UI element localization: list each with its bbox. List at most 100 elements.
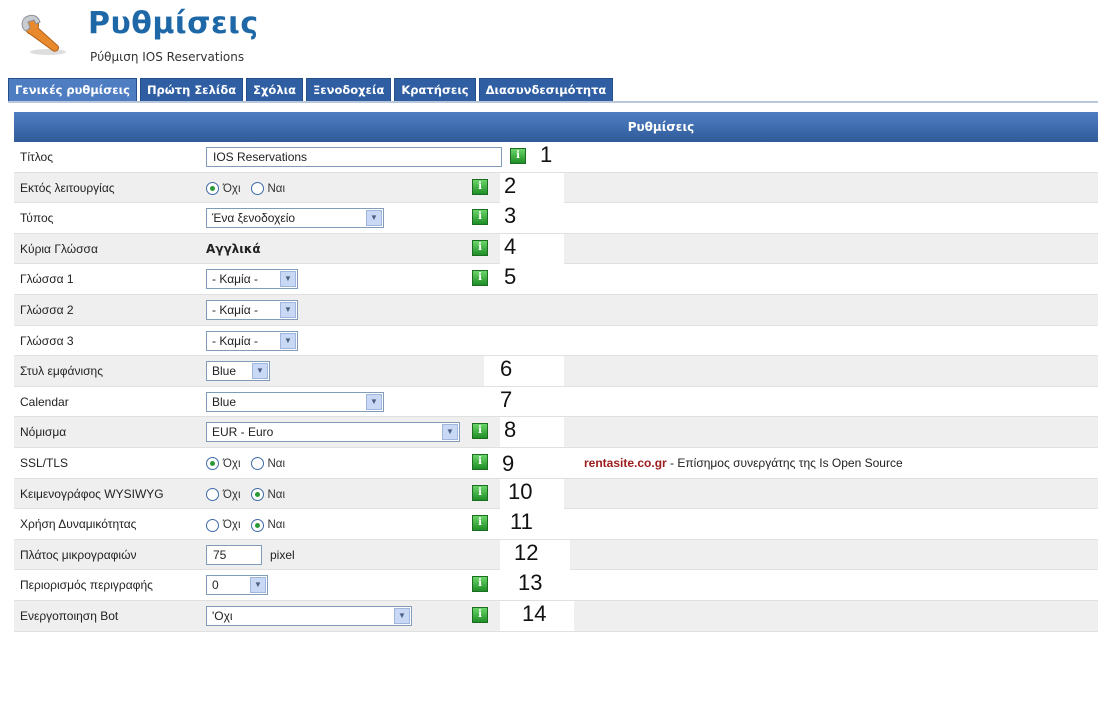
info-icon[interactable]: i (510, 148, 526, 164)
chevron-down-icon[interactable]: ▼ (366, 393, 382, 410)
language-2-select[interactable]: - Καμία - ▼ (206, 299, 298, 320)
tab-divider (8, 101, 1098, 103)
setting-row-offline: Εκτός λειτουργίας Όχι Ναι i 2 (14, 172, 1098, 204)
style-select[interactable]: Blue ▼ (206, 361, 270, 382)
setting-label: Κειμενογράφος WYSIWYG (20, 486, 164, 501)
setting-label: Τύπος (20, 211, 54, 226)
setting-row-title: Τίτλος i 1 (14, 142, 1098, 173)
annotation-number: 14 (522, 600, 547, 626)
setting-row-wysiwyg: Κειμενογράφος WYSIWYG Όχι Ναι i 10 (14, 478, 1098, 510)
chevron-down-icon[interactable]: ▼ (280, 301, 296, 318)
setting-label: Κύρια Γλώσσα (20, 241, 98, 256)
chevron-down-icon[interactable]: ▼ (280, 271, 296, 288)
info-icon[interactable]: i (472, 239, 488, 256)
annotation-number: 12 (514, 539, 539, 565)
type-select[interactable]: Ένα ξενοδοχείο ▼ (206, 208, 384, 229)
info-icon[interactable]: i (472, 270, 488, 287)
setting-row-type: Τύπος Ένα ξενοδοχείο ▼ i 3 (14, 203, 1098, 234)
radio-label: Όχι (223, 457, 241, 470)
tab-general-settings[interactable]: Γενικές ρυθμίσεις (8, 78, 137, 102)
info-icon[interactable]: i (472, 178, 488, 195)
tab-hotels[interactable]: Ξενοδοχεία (305, 78, 392, 102)
panel-heading: Ρυθμίσεις (14, 112, 1098, 142)
tab-first-page[interactable]: Πρώτη Σελίδα (139, 78, 244, 102)
title-input[interactable] (206, 147, 502, 167)
radio-label: Ναι (267, 182, 286, 195)
chevron-down-icon[interactable]: ▼ (394, 607, 410, 624)
annotation-number: 10 (508, 478, 533, 504)
language-1-select[interactable]: - Καμία - ▼ (206, 269, 298, 290)
info-icon[interactable]: i (472, 606, 488, 623)
page-header: Ρυθμίσεις Ρύθμιση IOS Reservations (14, 4, 614, 70)
calendar-select[interactable]: Blue ▼ (206, 391, 384, 412)
setting-row-language-2: Γλώσσα 2 - Καμία - ▼ (14, 294, 1098, 326)
setting-label: Στυλ εμφάνισης (20, 364, 103, 379)
setting-row-thumb-width: Πλάτος μικρογραφιών pixel 12 (14, 539, 1098, 571)
offline-no-radio[interactable] (206, 182, 219, 196)
dynamic-radio-group: Όχι Ναι (206, 514, 291, 534)
tab-bookings[interactable]: Κρατήσεις (394, 78, 476, 102)
annotation-number: 13 (518, 570, 543, 596)
offline-radio-group: Όχι Ναι (206, 178, 291, 198)
select-value: - Καμία - (212, 302, 258, 317)
chevron-down-icon[interactable]: ▼ (366, 210, 382, 227)
radio-label: Ναι (267, 519, 286, 532)
setting-label: Γλώσσα 3 (20, 333, 74, 348)
annotation-number: 11 (510, 509, 533, 535)
setting-row-language-1: Γλώσσα 1 - Καμία - ▼ i 5 (14, 264, 1098, 295)
promo-link[interactable]: rentasite.co.gr (584, 456, 667, 470)
wysiwyg-no-radio[interactable] (206, 488, 219, 502)
dynamic-no-radio[interactable] (206, 518, 219, 532)
select-value: Ένα ξενοδοχείο (212, 211, 296, 226)
chevron-down-icon[interactable]: ▼ (442, 424, 458, 441)
setting-row-dynamic: Χρήση Δυναμικότητας Όχι Ναι i 11 (14, 509, 1098, 540)
info-icon[interactable]: i (472, 515, 488, 532)
tab-bar: Γενικές ρυθμίσεις Πρώτη Σελίδα Σχόλια Ξε… (8, 78, 616, 102)
setting-label: Πλάτος μικρογραφιών (20, 547, 137, 562)
language-3-select[interactable]: - Καμία - ▼ (206, 330, 298, 351)
tab-comments[interactable]: Σχόλια (246, 78, 303, 102)
settings-panel: Ρυθμίσεις Τίτλος i 1 Εκτός λειτουργίας Ό… (14, 112, 1098, 632)
setting-row-bot: Ενεργοποιηση Bot 'Οχι ▼ i 14 (14, 600, 1098, 632)
info-icon[interactable]: i (472, 423, 488, 440)
annotation-number: 7 (500, 386, 513, 412)
page-title: Ρυθμίσεις (88, 6, 259, 41)
setting-row-language-3: Γλώσσα 3 - Καμία - ▼ (14, 325, 1098, 357)
setting-label: SSL/TLS (20, 455, 69, 470)
select-value: Blue (212, 394, 237, 409)
ssl-radio-group: Όχι Ναι (206, 453, 291, 473)
info-icon[interactable]: i (472, 484, 488, 501)
ssl-no-radio[interactable] (206, 457, 219, 471)
bot-select[interactable]: 'Οχι ▼ (206, 605, 412, 626)
info-icon[interactable]: i (472, 453, 488, 470)
dynamic-yes-radio[interactable] (250, 518, 264, 532)
setting-label: Γλώσσα 1 (20, 272, 74, 287)
promo-text: rentasite.co.gr - Επίσημος συνεργάτης τη… (584, 456, 903, 470)
setting-label: Νόμισμα (20, 425, 67, 440)
chevron-down-icon[interactable]: ▼ (250, 577, 266, 594)
unit-label: pixel (270, 547, 295, 562)
chevron-down-icon[interactable]: ▼ (280, 332, 296, 349)
promo-description: - Επίσημος συνεργάτης της Is Open Source (666, 455, 903, 470)
ssl-yes-radio[interactable] (250, 457, 264, 471)
desc-limit-select[interactable]: 0 ▼ (206, 575, 268, 596)
thumb-width-input[interactable] (206, 544, 262, 565)
wysiwyg-yes-radio[interactable] (250, 488, 264, 502)
wysiwyg-radio-group: Όχι Ναι (206, 484, 291, 504)
setting-label: Χρήση Δυναμικότητας (20, 517, 137, 532)
info-icon[interactable]: i (472, 576, 488, 593)
annotation-bg (484, 356, 564, 387)
info-icon[interactable]: i (472, 209, 488, 226)
setting-field (206, 147, 502, 167)
annotation-number: 3 (504, 203, 517, 229)
setting-label: Ενεργοποιηση Bot (20, 608, 119, 623)
offline-yes-radio[interactable] (250, 182, 264, 196)
tab-connectivity[interactable]: Διασυνδεσιμότητα (478, 78, 614, 102)
wrench-icon (21, 14, 66, 55)
annotation-number: 1 (540, 142, 553, 167)
chevron-down-icon[interactable]: ▼ (252, 363, 268, 380)
setting-label: Εκτός λειτουργίας (20, 180, 115, 195)
radio-label: Ναι (267, 488, 286, 501)
currency-select[interactable]: EUR - Euro ▼ (206, 422, 460, 443)
select-value: - Καμία - (212, 272, 258, 287)
